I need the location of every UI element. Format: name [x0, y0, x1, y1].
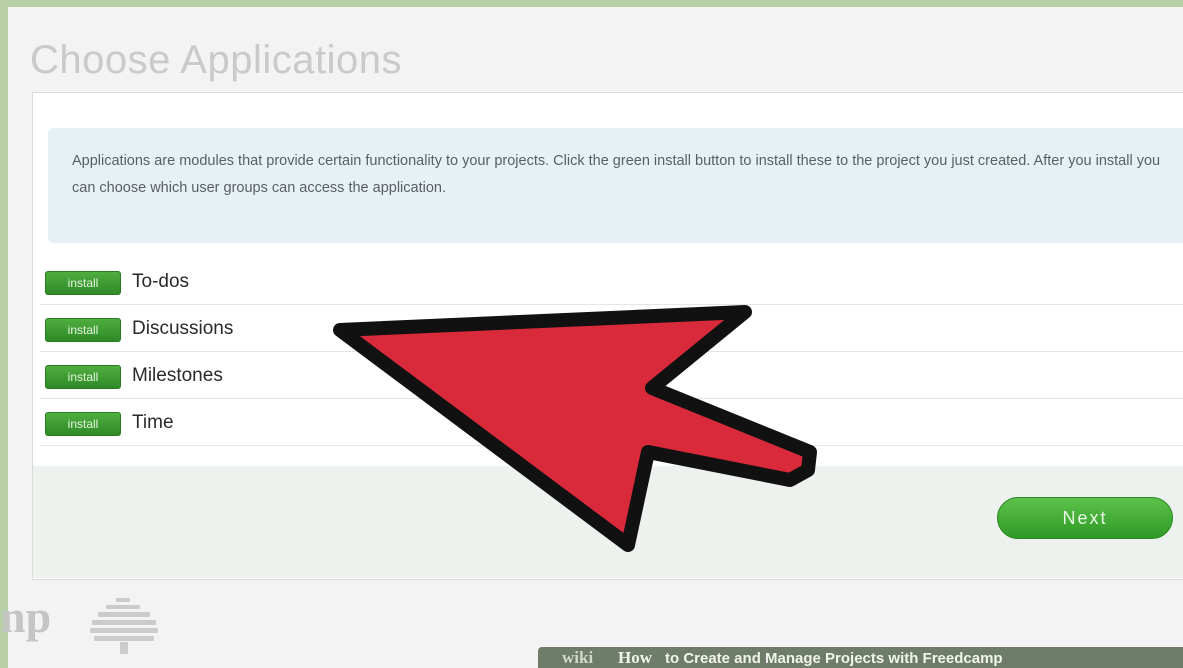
watermark-brand-wiki: wiki	[562, 648, 594, 667]
watermark-brand-how: How	[618, 648, 652, 667]
red-arrow-pointer-icon	[333, 305, 817, 552]
watermark-title: to Create and Manage Projects with Freed…	[665, 650, 1003, 667]
